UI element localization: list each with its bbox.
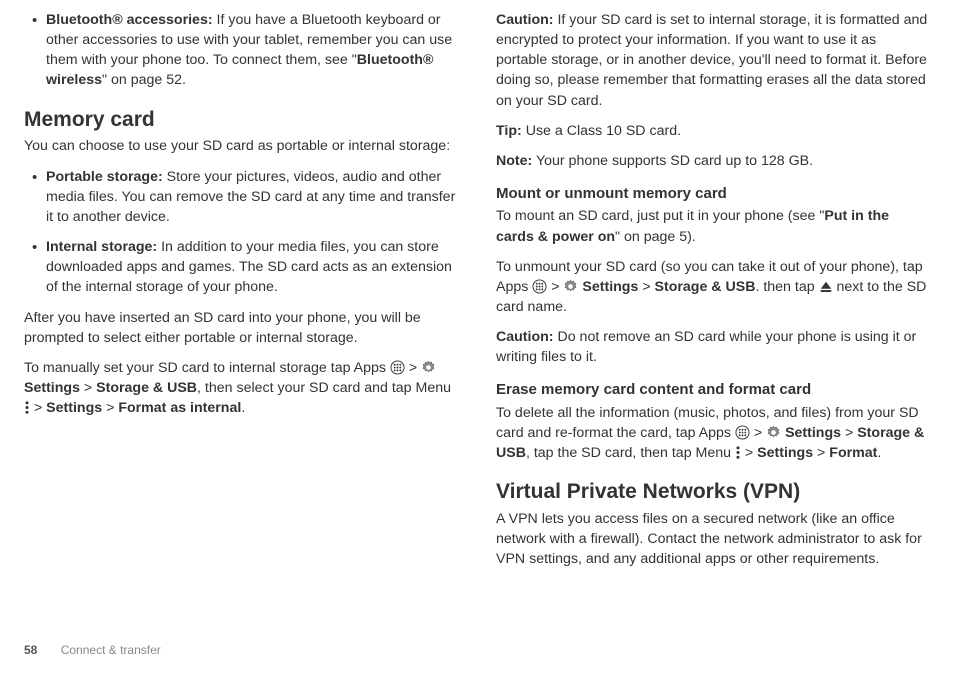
apps-icon	[390, 360, 405, 375]
bullet-bluetooth: Bluetooth® accessories: If you have a Bl…	[32, 10, 458, 91]
heading-vpn: Virtual Private Networks (VPN)	[496, 477, 930, 507]
heading-erase: Erase memory card content and format car…	[496, 379, 930, 400]
bullet-portable: Portable storage: Store your pictures, v…	[32, 167, 458, 227]
storage-bullet-list: Portable storage: Store your pictures, v…	[24, 167, 458, 298]
bullet-label: Bluetooth® accessories:	[46, 12, 213, 28]
page-footer: 58 Connect & transfer	[24, 643, 161, 657]
note-paragraph: Note: Your phone supports SD card up to …	[496, 151, 930, 171]
right-column: Caution: If your SD card is set to inter…	[496, 10, 930, 630]
gear-icon	[421, 360, 436, 375]
caution-remove-paragraph: Caution: Do not remove an SD card while …	[496, 327, 930, 367]
bullet-label: Internal storage:	[46, 239, 157, 255]
bullet-suffix: " on page 52.	[102, 72, 186, 88]
unmount-paragraph: To unmount your SD card (so you can take…	[496, 257, 930, 317]
gear-icon	[766, 425, 781, 440]
bullet-label: Portable storage:	[46, 169, 163, 185]
apps-icon	[532, 279, 547, 294]
bullet-internal: Internal storage: In addition to your me…	[32, 237, 458, 297]
heading-mount: Mount or unmount memory card	[496, 183, 930, 204]
tip-paragraph: Tip: Use a Class 10 SD card.	[496, 121, 930, 141]
erase-paragraph: To delete all the information (music, ph…	[496, 403, 930, 463]
eject-icon	[819, 280, 833, 294]
caution-format-paragraph: Caution: If your SD card is set to inter…	[496, 10, 930, 111]
apps-icon	[735, 425, 750, 440]
after-insert-paragraph: After you have inserted an SD card into …	[24, 308, 458, 348]
manual-set-paragraph: To manually set your SD card to internal…	[24, 358, 458, 418]
memory-intro: You can choose to use your SD card as po…	[24, 136, 458, 156]
gear-icon	[563, 279, 578, 294]
bluetooth-bullet-list: Bluetooth® accessories: If you have a Bl…	[24, 10, 458, 91]
vpn-paragraph: A VPN lets you access files on a secured…	[496, 509, 930, 569]
mount-paragraph: To mount an SD card, just put it in your…	[496, 206, 930, 246]
page-number: 58	[24, 643, 37, 657]
heading-memory-card: Memory card	[24, 105, 458, 135]
section-name: Connect & transfer	[61, 643, 161, 657]
left-column: Bluetooth® accessories: If you have a Bl…	[24, 10, 458, 630]
